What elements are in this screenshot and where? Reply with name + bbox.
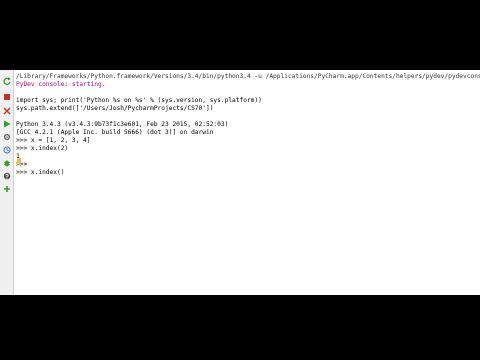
current-input-line[interactable]: >>> x.index() bbox=[16, 169, 64, 177]
console-toolbar bbox=[0, 70, 14, 295]
stop-icon[interactable] bbox=[2, 92, 11, 101]
execute-icon[interactable] bbox=[2, 119, 11, 128]
console-status: PyDev console: starting. bbox=[16, 81, 106, 88]
python-command-line: /Library/Frameworks/Python.framework/Ver… bbox=[16, 73, 480, 80]
debug-icon[interactable] bbox=[2, 158, 11, 167]
input-line: >>> x = [1, 2, 3, 4] bbox=[16, 137, 91, 144]
startup-path-line: sys.path.extend(['/Users/Josh/PycharmPro… bbox=[16, 105, 214, 112]
rerun-icon[interactable] bbox=[2, 76, 11, 85]
input-line: >>> x.index(2) bbox=[16, 145, 69, 152]
pycharm-python-console: /Library/Frameworks/Python.framework/Ver… bbox=[0, 70, 480, 295]
settings-icon[interactable] bbox=[2, 132, 11, 141]
compiler-info-line: [GCC 4.2.1 (Apple Inc. build 5666) (dot … bbox=[16, 129, 214, 136]
python-version-line: Python 3.4.3 (v3.4.3:9b73f1c3e601, Feb 2… bbox=[16, 121, 229, 128]
mouse-cursor bbox=[17, 158, 21, 164]
add-icon[interactable] bbox=[2, 184, 11, 193]
close-icon[interactable] bbox=[2, 106, 11, 115]
history-icon[interactable] bbox=[2, 145, 11, 154]
startup-import-line: import sys; print('Python %s on %s' % (s… bbox=[16, 97, 262, 104]
help-icon[interactable] bbox=[2, 171, 11, 180]
